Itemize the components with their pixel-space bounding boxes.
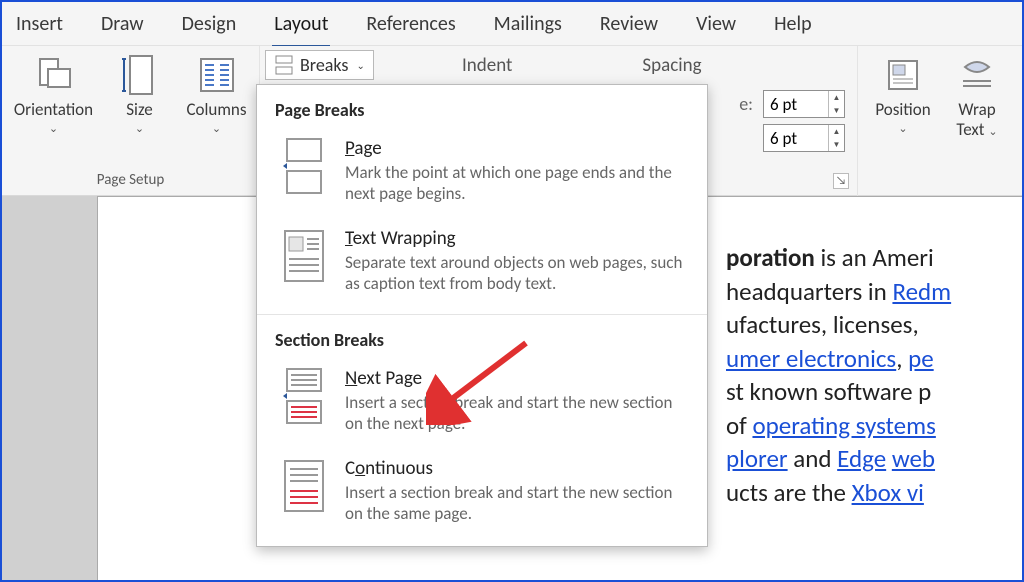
- spinner-up-icon[interactable]: ▲: [829, 125, 844, 138]
- chevron-down-icon: ⌄: [356, 59, 364, 72]
- breaks-button[interactable]: Breaks ⌄: [265, 50, 374, 80]
- break-next-page-desc: Insert a section break and start the new…: [345, 392, 689, 435]
- page-break-icon: [279, 137, 329, 195]
- tab-view[interactable]: View: [694, 8, 738, 45]
- breaks-icon: [274, 55, 294, 75]
- spacing-after-input[interactable]: 6 pt ▲▼: [763, 124, 845, 152]
- break-text-wrapping-desc: Separate text around objects on web page…: [345, 252, 689, 295]
- spacing-heading: Spacing: [642, 54, 701, 77]
- doc-text: of: [726, 410, 752, 441]
- doc-text: st known software p: [726, 376, 931, 407]
- position-label: Position: [875, 100, 930, 120]
- break-continuous-item[interactable]: Continuous Insert a section break and st…: [257, 447, 707, 537]
- tab-design[interactable]: Design: [180, 8, 239, 45]
- doc-text: ,: [896, 343, 908, 374]
- wrap-text-label-1: Wrap: [958, 100, 995, 120]
- spinner-down-icon[interactable]: ▼: [829, 104, 844, 117]
- position-button[interactable]: Position ⌄: [864, 50, 942, 160]
- wrap-text-label-2: Text: [956, 119, 984, 140]
- tab-insert[interactable]: Insert: [14, 8, 65, 45]
- doc-text: headquarters in: [726, 276, 892, 307]
- doc-text: ucts are the: [726, 477, 852, 508]
- group-page-setup: Orientation ⌄ Size ⌄ Columns ⌄ Page Setu…: [2, 46, 260, 195]
- size-label: Size: [126, 100, 153, 120]
- doc-link[interactable]: umer electronics: [726, 343, 896, 374]
- breaks-label: Breaks: [300, 54, 348, 76]
- tab-references[interactable]: References: [364, 8, 457, 45]
- ribbon-tabs: Insert Draw Design Layout References Mai…: [2, 2, 1022, 46]
- spinner-down-icon[interactable]: ▼: [829, 138, 844, 151]
- doc-text: ufactures, licenses,: [726, 309, 919, 340]
- chevron-down-icon: ⌄: [898, 122, 907, 135]
- doc-link[interactable]: plorer: [726, 443, 788, 474]
- break-continuous-desc: Insert a section break and start the new…: [345, 482, 689, 525]
- break-page-item[interactable]: Page Mark the point at which one page en…: [257, 127, 707, 217]
- group-caption-page-setup: Page Setup: [8, 171, 253, 193]
- doc-link[interactable]: Edge: [837, 443, 886, 474]
- wrap-text-icon: [956, 54, 998, 96]
- spacing-before-input[interactable]: 6 pt ▲▼: [763, 90, 845, 118]
- size-icon: [119, 54, 161, 96]
- spinner-up-icon[interactable]: ▲: [829, 91, 844, 104]
- text-wrapping-break-icon: [279, 227, 329, 285]
- tab-mailings[interactable]: Mailings: [492, 8, 564, 45]
- doc-link[interactable]: operating systems: [752, 410, 935, 441]
- doc-text: is an Ameri: [815, 242, 934, 273]
- section-breaks-heading: Section Breaks: [275, 329, 707, 351]
- spacing-after-value: 6 pt: [770, 128, 797, 149]
- break-page-desc: Mark the point at which one page ends an…: [345, 162, 689, 205]
- tab-draw[interactable]: Draw: [99, 8, 146, 45]
- position-icon: [882, 54, 924, 96]
- orientation-button[interactable]: Orientation ⌄: [5, 50, 103, 160]
- columns-icon: [196, 54, 238, 96]
- doc-text: and: [788, 443, 838, 474]
- doc-link[interactable]: Redm: [892, 276, 951, 307]
- indent-heading: Indent: [462, 54, 512, 77]
- wrap-text-button[interactable]: Wrap Text ⌄: [942, 50, 1012, 160]
- size-button[interactable]: Size ⌄: [109, 50, 171, 160]
- group-arrange: Position ⌄ Wrap Text ⌄: [857, 46, 1022, 196]
- breaks-dropdown: Page Breaks Page Mark the point at which…: [256, 84, 708, 547]
- break-text-wrapping-item[interactable]: Text Wrapping Separate text around objec…: [257, 217, 707, 307]
- chevron-down-icon: ⌄: [212, 122, 221, 135]
- spacing-before-value: 6 pt: [770, 94, 797, 115]
- chevron-down-icon: ⌄: [988, 125, 997, 138]
- break-next-page-item[interactable]: Next Page Insert a section break and sta…: [257, 357, 707, 447]
- orientation-icon: [33, 54, 75, 96]
- columns-button[interactable]: Columns ⌄: [177, 50, 257, 160]
- tab-help[interactable]: Help: [772, 8, 814, 45]
- page-breaks-heading: Page Breaks: [275, 99, 707, 121]
- doc-link[interactable]: Xbox vi: [852, 477, 924, 508]
- spacing-before-label: e:: [739, 93, 753, 115]
- chevron-down-icon: ⌄: [135, 122, 144, 135]
- next-page-section-icon: [279, 367, 329, 425]
- paragraph-dialog-launcher[interactable]: ↘: [833, 173, 849, 189]
- tab-review[interactable]: Review: [598, 8, 660, 45]
- continuous-section-icon: [279, 457, 329, 515]
- doc-link[interactable]: pe: [908, 343, 934, 374]
- doc-text: poration: [726, 242, 815, 273]
- doc-link[interactable]: web: [892, 443, 935, 474]
- columns-label: Columns: [186, 100, 246, 120]
- tab-layout[interactable]: Layout: [272, 8, 330, 48]
- chevron-down-icon: ⌄: [49, 122, 58, 135]
- orientation-label: Orientation: [14, 100, 93, 120]
